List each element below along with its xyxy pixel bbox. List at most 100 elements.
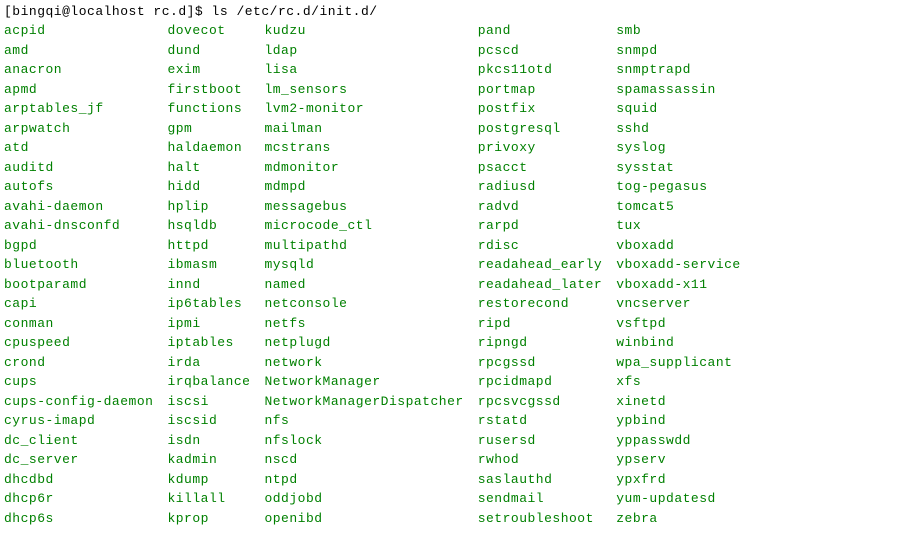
file-entry: mailman [264, 119, 463, 139]
file-entry: rusersd [478, 431, 603, 451]
file-entry: mysqld [264, 255, 463, 275]
file-entry: messagebus [264, 197, 463, 217]
file-entry: snmpd [616, 41, 741, 61]
file-entry: lisa [264, 60, 463, 80]
file-entry: arpwatch [4, 119, 153, 139]
file-entry: postfix [478, 99, 603, 119]
file-entry: pand [478, 21, 603, 41]
file-entry: zebra [616, 509, 741, 529]
file-entry: cups [4, 372, 153, 392]
file-entry: vboxadd-x11 [616, 275, 741, 295]
file-entry: readahead_later [478, 275, 603, 295]
file-entry: xinetd [616, 392, 741, 412]
file-entry: iscsid [167, 411, 250, 431]
file-entry: named [264, 275, 463, 295]
file-entry: dovecot [167, 21, 250, 41]
file-entry: irqbalance [167, 372, 250, 392]
file-entry: nscd [264, 450, 463, 470]
file-entry: ripngd [478, 333, 603, 353]
file-entry: lvm2-monitor [264, 99, 463, 119]
file-entry: squid [616, 99, 741, 119]
file-entry: mdmonitor [264, 158, 463, 178]
file-entry: restorecond [478, 294, 603, 314]
listing-col-0: acpidamdanacronapmdarptables_jfarpwatcha… [4, 21, 153, 528]
file-entry: tog-pegasus [616, 177, 741, 197]
file-entry: microcode_ctl [264, 216, 463, 236]
file-entry: ibmasm [167, 255, 250, 275]
file-entry: apmd [4, 80, 153, 100]
file-entry: kdump [167, 470, 250, 490]
file-entry: ripd [478, 314, 603, 334]
file-entry: netfs [264, 314, 463, 334]
file-entry: dhcdbd [4, 470, 153, 490]
file-entry: xfs [616, 372, 741, 392]
listing-col-1: dovecotdundeximfirstbootfunctionsgpmhald… [167, 21, 250, 528]
file-entry: bluetooth [4, 255, 153, 275]
file-entry: irda [167, 353, 250, 373]
file-entry: sysstat [616, 158, 741, 178]
file-entry: functions [167, 99, 250, 119]
file-entry: iptables [167, 333, 250, 353]
file-entry: NetworkManager [264, 372, 463, 392]
prompt-command: ls /etc/rc.d/init.d/ [212, 4, 378, 19]
file-entry: rpcidmapd [478, 372, 603, 392]
file-entry: capi [4, 294, 153, 314]
file-entry: haldaemon [167, 138, 250, 158]
file-entry: radvd [478, 197, 603, 217]
file-entry: tomcat5 [616, 197, 741, 217]
file-entry: hplip [167, 197, 250, 217]
file-entry: readahead_early [478, 255, 603, 275]
file-entry: sendmail [478, 489, 603, 509]
file-entry: hsqldb [167, 216, 250, 236]
file-entry: mcstrans [264, 138, 463, 158]
file-entry: ypserv [616, 450, 741, 470]
file-entry: ypxfrd [616, 470, 741, 490]
file-entry: bgpd [4, 236, 153, 256]
file-entry: ypbind [616, 411, 741, 431]
listing-col-3: pandpcscdpkcs11otdportmappostfixpostgres… [478, 21, 603, 528]
file-entry: firstboot [167, 80, 250, 100]
file-entry: mdmpd [264, 177, 463, 197]
file-entry: multipathd [264, 236, 463, 256]
file-entry: nfs [264, 411, 463, 431]
file-entry: syslog [616, 138, 741, 158]
file-listing: acpidamdanacronapmdarptables_jfarpwatcha… [4, 21, 910, 528]
file-entry: yppasswdd [616, 431, 741, 451]
file-entry: rarpd [478, 216, 603, 236]
file-entry: saslauthd [478, 470, 603, 490]
file-entry: hidd [167, 177, 250, 197]
listing-col-2: kudzuldaplisalm_sensorslvm2-monitormailm… [264, 21, 463, 528]
file-entry: portmap [478, 80, 603, 100]
file-entry: ntpd [264, 470, 463, 490]
file-entry: httpd [167, 236, 250, 256]
file-entry: oddjobd [264, 489, 463, 509]
file-entry: anacron [4, 60, 153, 80]
file-entry: ip6tables [167, 294, 250, 314]
file-entry: netconsole [264, 294, 463, 314]
file-entry: iscsi [167, 392, 250, 412]
file-entry: radiusd [478, 177, 603, 197]
file-entry: halt [167, 158, 250, 178]
file-entry: innd [167, 275, 250, 295]
file-entry: NetworkManagerDispatcher [264, 392, 463, 412]
file-entry: lm_sensors [264, 80, 463, 100]
file-entry: rwhod [478, 450, 603, 470]
file-entry: yum-updatesd [616, 489, 741, 509]
file-entry: rpcsvcgssd [478, 392, 603, 412]
file-entry: isdn [167, 431, 250, 451]
file-entry: autofs [4, 177, 153, 197]
file-entry: psacct [478, 158, 603, 178]
file-entry: ldap [264, 41, 463, 61]
file-entry: dc_client [4, 431, 153, 451]
file-entry: dhcp6r [4, 489, 153, 509]
file-entry: vsftpd [616, 314, 741, 334]
file-entry: rdisc [478, 236, 603, 256]
file-entry: dc_server [4, 450, 153, 470]
file-entry: arptables_jf [4, 99, 153, 119]
file-entry: privoxy [478, 138, 603, 158]
file-entry: cups-config-daemon [4, 392, 153, 412]
file-entry: sshd [616, 119, 741, 139]
terminal-prompt: [bingqi@localhost rc.d]$ ls /etc/rc.d/in… [4, 4, 910, 19]
file-entry: nfslock [264, 431, 463, 451]
file-entry: avahi-dnsconfd [4, 216, 153, 236]
